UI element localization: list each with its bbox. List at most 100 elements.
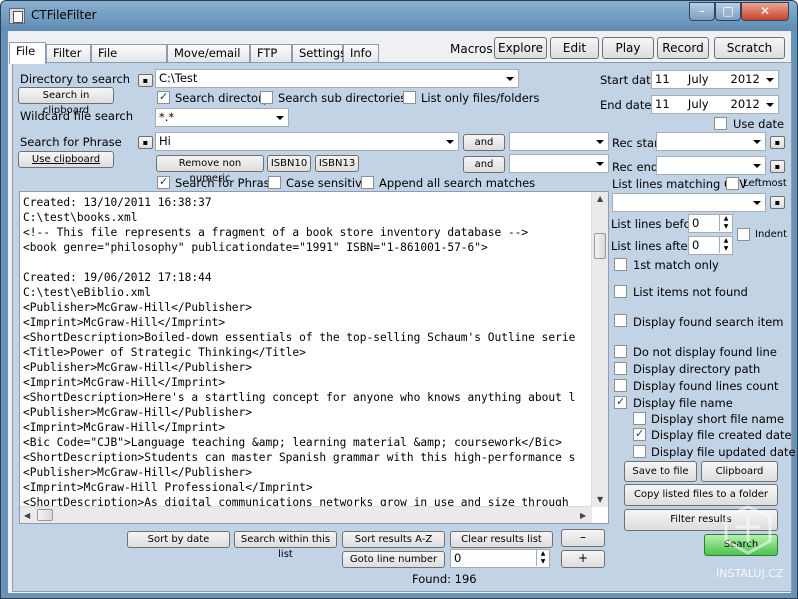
- end-date-picker[interactable]: 11 July 2012: [651, 95, 779, 114]
- tab-info[interactable]: Info: [343, 44, 379, 63]
- chevron-down-icon: [766, 103, 774, 107]
- first-match-checkbox[interactable]: [614, 258, 627, 271]
- not-display-found-checkbox[interactable]: [614, 345, 627, 358]
- append-all-label: Append all search matches: [379, 176, 536, 190]
- csv-button[interactable]: ▪: [770, 196, 785, 209]
- rec-end-combo[interactable]: [656, 156, 766, 175]
- scroll-up-icon[interactable]: ▲: [597, 194, 603, 203]
- goto-line-button[interactable]: Goto line number: [342, 551, 445, 568]
- chevron-down-icon: [753, 201, 761, 205]
- plus-button[interactable]: +: [561, 550, 605, 568]
- display-short-checkbox[interactable]: [633, 412, 646, 425]
- lines-after-spinner[interactable]: 0 ▲ ▼: [688, 236, 733, 255]
- start-date-label: Start date: [600, 73, 658, 87]
- spin-down-icon[interactable]: ▼: [536, 558, 549, 566]
- hscroll-thumb[interactable]: [37, 509, 53, 521]
- edit-button[interactable]: Edit: [550, 37, 599, 59]
- results-textbox[interactable]: Created: 13/10/2011 16:38:37 C:\test\boo…: [19, 191, 609, 524]
- tab-file[interactable]: File: [9, 42, 46, 64]
- lines-after-value: 0: [692, 238, 700, 252]
- directory-value: C:\Test: [159, 71, 198, 85]
- csv-combo[interactable]: [612, 193, 766, 212]
- start-month: July: [687, 72, 709, 86]
- goto-line-spinner[interactable]: 0 ▲ ▼: [450, 549, 550, 568]
- app-icon: [9, 8, 25, 24]
- lines-before-spinner[interactable]: 0 ▲ ▼: [688, 214, 733, 233]
- scroll-right-icon[interactable]: ▶: [580, 511, 586, 520]
- directory-combo[interactable]: C:\Test: [155, 69, 519, 88]
- display-created-checkbox[interactable]: [633, 427, 646, 441]
- clear-results-button[interactable]: Clear results list: [450, 531, 553, 548]
- isbn10-button[interactable]: ISBN10: [267, 155, 311, 172]
- list-not-found-checkbox[interactable]: [614, 285, 627, 298]
- phrase-combo[interactable]: Hi: [155, 132, 459, 151]
- spin-up-icon[interactable]: ▲: [536, 550, 549, 558]
- rec-end-button[interactable]: ▪: [770, 160, 785, 173]
- spin-up-icon[interactable]: ▲: [719, 215, 732, 223]
- spin-down-icon[interactable]: ▼: [719, 223, 732, 231]
- tab-settings[interactable]: Settings: [292, 44, 346, 63]
- use-clipboard-button[interactable]: Use clipboard: [18, 151, 114, 168]
- play-button[interactable]: Play: [602, 37, 654, 59]
- found-count: Found: 196: [412, 572, 477, 586]
- sort-az-button[interactable]: Sort results A-Z: [342, 531, 445, 548]
- display-dir-label: Display directory path: [633, 362, 761, 376]
- display-created-label: Display file created date: [651, 428, 792, 442]
- chevron-down-icon: [753, 164, 761, 168]
- tab-filter[interactable]: Filter: [46, 44, 91, 63]
- display-count-checkbox[interactable]: [614, 379, 627, 392]
- watermark-logo: [718, 503, 778, 559]
- display-dir-checkbox[interactable]: [614, 362, 627, 375]
- scroll-left-icon[interactable]: ◀: [24, 511, 30, 520]
- rec-start-button[interactable]: ▪: [770, 136, 785, 149]
- close-button[interactable]: ✕: [741, 2, 789, 21]
- indent-checkbox[interactable]: [737, 228, 750, 241]
- tab-ftp[interactable]: FTP: [250, 44, 292, 63]
- maximize-button[interactable]: □: [715, 2, 741, 21]
- title-bar: CTFileFilter – □ ✕: [1, 1, 797, 31]
- watermark-text: INSTALUJ.CZ: [716, 567, 784, 580]
- spin-up-icon[interactable]: ▲: [719, 237, 732, 245]
- phrase-collapse-button[interactable]: ▪: [138, 136, 153, 149]
- spin-down-icon[interactable]: ▼: [719, 245, 732, 253]
- clipboard-button[interactable]: Clipboard: [701, 461, 778, 482]
- sort-by-date-button[interactable]: Sort by date: [127, 531, 230, 548]
- display-found-item-checkbox[interactable]: [614, 314, 627, 327]
- list-only-checkbox[interactable]: [403, 91, 416, 104]
- search-for-phrase-checkbox[interactable]: [157, 175, 170, 189]
- vertical-scrollbar[interactable]: ▲ ▼: [591, 192, 608, 507]
- horizontal-scrollbar[interactable]: ◀ ▶: [20, 506, 592, 523]
- minus-button[interactable]: –: [561, 529, 605, 547]
- end-date-label: End date: [600, 98, 652, 112]
- wildcard-combo[interactable]: *.*: [155, 108, 289, 127]
- phrase-and-combo-1[interactable]: [509, 132, 609, 151]
- explore-button[interactable]: Explore: [494, 37, 547, 59]
- phrase-and-combo-2[interactable]: [509, 154, 609, 173]
- use-date-checkbox[interactable]: [714, 117, 727, 130]
- search-in-clipboard-button[interactable]: Search in clipboard: [18, 87, 114, 116]
- lines-after-label: List lines after: [611, 239, 693, 253]
- display-updated-checkbox[interactable]: [633, 445, 646, 458]
- record-button[interactable]: Record: [657, 37, 709, 59]
- and-button-2[interactable]: and: [463, 156, 505, 173]
- case-sensitive-checkbox[interactable]: [268, 176, 281, 189]
- search-directory-checkbox[interactable]: [157, 90, 170, 104]
- and-button-1[interactable]: and: [463, 134, 505, 151]
- tab-move-email[interactable]: Move/email file: [167, 44, 250, 77]
- search-sub-checkbox[interactable]: [260, 91, 273, 104]
- leftmost-checkbox[interactable]: [726, 177, 739, 190]
- scroll-down-icon[interactable]: ▼: [597, 495, 603, 504]
- scroll-thumb[interactable]: [594, 233, 606, 259]
- rec-start-combo[interactable]: [656, 132, 766, 151]
- remove-non-numeric-button[interactable]: Remove non numeric: [156, 155, 264, 184]
- tab-file-renaming[interactable]: File renaming: [91, 44, 167, 77]
- minimize-button[interactable]: –: [689, 2, 715, 21]
- isbn13-button[interactable]: ISBN13: [315, 155, 359, 172]
- display-file-name-checkbox[interactable]: [614, 395, 627, 409]
- scratch-pad-button[interactable]: Scratch Pad: [714, 37, 785, 75]
- start-date-picker[interactable]: 11 July 2012: [651, 70, 779, 89]
- search-within-button[interactable]: Search within this list: [234, 531, 337, 560]
- save-to-file-button[interactable]: Save to file: [624, 461, 697, 482]
- append-all-checkbox[interactable]: [361, 176, 374, 189]
- directory-collapse-button[interactable]: ▪: [138, 74, 153, 87]
